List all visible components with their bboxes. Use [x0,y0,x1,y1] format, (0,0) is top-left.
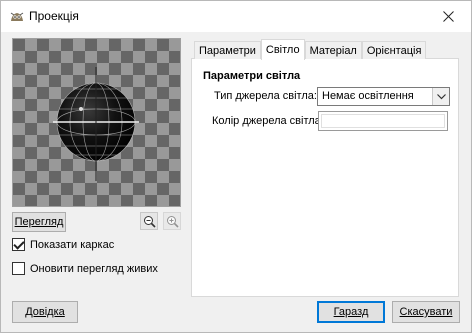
tab-orientation-label: Орієнтація [366,44,422,57]
ok-button[interactable]: Гаразд [317,301,385,323]
preview-button-label: Перегляд [14,216,64,228]
close-icon [442,11,454,22]
title-bar: Проекція [1,1,471,32]
zoom-in-button[interactable] [163,212,181,230]
live-update-checkbox[interactable] [12,262,25,275]
cancel-button[interactable]: Скасувати [392,301,460,323]
tab-parameters[interactable]: Параметри [194,41,261,59]
tab-light-label: Світло [265,44,300,56]
show-wireframe-label: Показати каркас [30,238,115,251]
tab-light[interactable]: Світло [260,39,305,60]
wireframe-sphere-preview [13,39,180,206]
tab-bar: Параметри Світло Матеріал Орієнтація [194,39,427,60]
zoom-out-button[interactable] [140,212,158,230]
tab-material[interactable]: Матеріал [304,41,362,59]
projection-dialog: Проекція Перегляд Показати каркас Оновит… [0,0,472,333]
preview-button[interactable]: Перегляд [12,212,66,232]
close-button[interactable] [425,1,471,32]
light-type-label: Тип джерела світла: [214,90,317,102]
help-button-label: Довідка [25,306,65,318]
preview-area [12,38,181,207]
show-wireframe-option[interactable]: Показати каркас [12,238,114,251]
light-params-title: Параметри світла [203,70,301,82]
light-color-label: Колір джерела світла: [212,115,324,127]
live-update-option[interactable]: Оновити перегляд живих [12,262,158,275]
ok-button-label: Гаразд [333,306,369,318]
tab-material-label: Матеріал [309,44,357,57]
light-tab-panel: Параметри світла Тип джерела світла: Нем… [191,58,459,297]
light-color-swatch [321,114,445,128]
tab-orientation[interactable]: Орієнтація [361,41,427,59]
gimp-icon [10,12,24,21]
window-title: Проекція [29,9,79,23]
live-update-label: Оновити перегляд живих [30,262,158,275]
light-type-select[interactable]: Немає освітлення [317,87,450,106]
cancel-button-label: Скасувати [399,306,453,318]
tab-parameters-label: Параметри [199,44,256,57]
light-type-value: Немає освітлення [322,90,414,102]
help-button[interactable]: Довідка [12,301,78,323]
light-color-button[interactable] [318,111,448,131]
zoom-out-icon [143,215,156,228]
zoom-in-icon [166,215,179,228]
chevron-down-icon[interactable] [432,88,449,105]
show-wireframe-checkbox[interactable] [12,238,25,251]
